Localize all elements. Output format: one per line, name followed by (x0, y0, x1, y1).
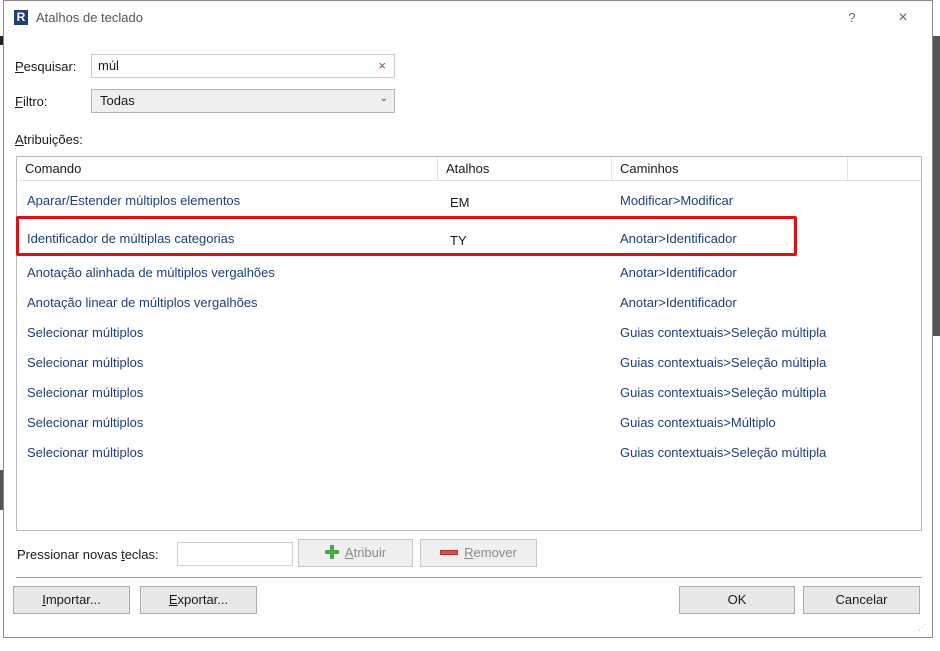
window-title: Atalhos de teclado (36, 10, 143, 25)
table-row[interactable]: Selecionar múltiplos Guias contextuais>S… (17, 348, 921, 378)
table-row[interactable]: Anotação alinhada de múltiplos vergalhõe… (17, 258, 921, 288)
help-button[interactable]: ? (840, 7, 864, 29)
cancel-button[interactable]: Cancelar (803, 586, 920, 614)
assignments-label: Atribuições: (15, 132, 83, 147)
minus-icon (440, 550, 459, 555)
command-cell: Selecionar múltiplos (27, 415, 144, 430)
remove-button[interactable]: Remover (420, 539, 537, 567)
clear-search-icon[interactable]: × (378, 58, 386, 73)
new-keys-input[interactable] (177, 542, 293, 566)
table-row[interactable]: Aparar/Estender múltiplos elementos EM M… (17, 186, 921, 216)
filter-label: Filtro: (15, 94, 48, 109)
command-cell: Anotação linear de múltiplos vergalhões (27, 295, 258, 310)
command-cell: Selecionar múltiplos (27, 325, 144, 340)
table-row[interactable]: Selecionar múltiplos Guias contextuais>S… (17, 438, 921, 468)
command-cell: Aparar/Estender múltiplos elementos (27, 193, 241, 208)
resize-grip-icon[interactable]: ⋰ (918, 623, 928, 633)
plus-icon (324, 545, 339, 559)
search-label: Pesquisar: (15, 59, 77, 74)
column-header-command[interactable]: Comando (17, 157, 438, 181)
assignments-table: Comando Atalhos Caminhos Aparar/Estender… (16, 156, 922, 531)
table-row[interactable]: Anotação linear de múltiplos vergalhões … (17, 288, 921, 318)
export-button[interactable]: Exportar... (140, 586, 257, 614)
command-cell: Selecionar múltiplos (27, 385, 144, 400)
table-header: Comando Atalhos Caminhos (17, 157, 921, 181)
table-row[interactable]: Selecionar múltiplos Guias contextuais>S… (17, 318, 921, 348)
path-cell: Guias contextuais>Seleção múltipla (620, 325, 827, 340)
path-cell: Anotar>Identificador (620, 265, 737, 280)
command-cell: Anotação alinhada de múltiplos vergalhõe… (27, 265, 275, 280)
filter-select[interactable]: Todas ⌄ (91, 89, 395, 113)
table-row[interactable]: Selecionar múltiplos Guias contextuais>S… (17, 378, 921, 408)
path-cell: Guias contextuais>Múltiplo (620, 415, 776, 430)
revit-app-icon: R (14, 10, 28, 25)
keyboard-shortcuts-dialog: R Atalhos de teclado ? × Pesquisar: múl … (3, 0, 933, 638)
path-cell: Anotar>Identificador (620, 295, 737, 310)
import-button[interactable]: Importar... (13, 586, 130, 614)
close-button[interactable]: × (890, 7, 916, 29)
highlighted-row-outline (16, 216, 797, 256)
column-header-shortcut[interactable]: Atalhos (438, 157, 612, 181)
table-row[interactable]: Selecionar múltiplos Guias contextuais>M… (17, 408, 921, 438)
title-bar[interactable]: R Atalhos de teclado ? × (4, 1, 932, 37)
background-edge-right (933, 36, 940, 336)
command-cell: Selecionar múltiplos (27, 445, 144, 460)
search-input-value: múl (98, 58, 119, 73)
ok-button[interactable]: OK (679, 586, 795, 614)
assign-button[interactable]: Atribuir (298, 539, 413, 567)
path-cell: Guias contextuais>Seleção múltipla (620, 385, 827, 400)
filter-selected-value: Todas (100, 93, 135, 108)
column-header-path[interactable]: Caminhos (612, 157, 848, 181)
command-cell: Selecionar múltiplos (27, 355, 144, 370)
chevron-down-icon: ⌄ (379, 93, 388, 104)
new-keys-label: Pressionar novas teclas: (17, 547, 159, 562)
search-input[interactable]: múl × (91, 54, 395, 78)
shortcut-cell: EM (450, 195, 470, 210)
path-cell: Guias contextuais>Seleção múltipla (620, 445, 827, 460)
separator (16, 577, 922, 578)
path-cell: Modificar>Modificar (620, 193, 734, 208)
path-cell: Guias contextuais>Seleção múltipla (620, 355, 827, 370)
